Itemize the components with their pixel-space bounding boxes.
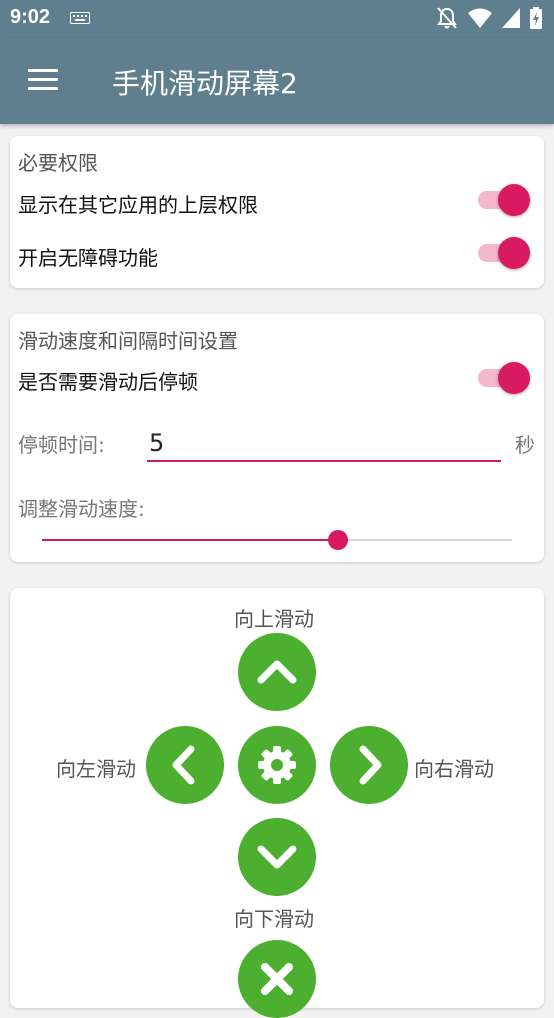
app-bar: 手机滑动屏幕2 bbox=[0, 38, 554, 124]
swipe-left-button[interactable] bbox=[146, 726, 224, 804]
close-icon bbox=[261, 963, 293, 995]
accessibility-switch[interactable] bbox=[478, 235, 530, 271]
permissions-title: 必要权限 bbox=[18, 151, 98, 175]
speed-slider-fill bbox=[42, 539, 339, 541]
pause-label: 是否需要滑动后停顿 bbox=[18, 370, 198, 394]
status-bar: 9:02 bbox=[0, 0, 554, 38]
chevron-left-icon bbox=[172, 745, 195, 785]
accessibility-label: 开启无障碍功能 bbox=[18, 246, 158, 270]
chevron-right-icon bbox=[359, 745, 382, 785]
battery-charging-icon bbox=[530, 7, 542, 29]
right-label: 向右滑动 bbox=[414, 757, 494, 781]
hamburger-menu-icon[interactable] bbox=[28, 69, 58, 91]
overlay-permission-label: 显示在其它应用的上层权限 bbox=[18, 193, 258, 217]
speed-settings-card: 滑动速度和间隔时间设置 是否需要滑动后停顿 停顿时间: 秒 调整滑动速度: bbox=[10, 314, 544, 562]
settings-button[interactable] bbox=[238, 726, 316, 804]
permissions-card: 必要权限 显示在其它应用的上层权限 开启无障碍功能 bbox=[10, 136, 544, 288]
chevron-up-icon bbox=[257, 660, 297, 684]
keyboard-icon bbox=[70, 12, 90, 24]
speed-slider[interactable] bbox=[42, 530, 512, 550]
overlay-permission-switch[interactable] bbox=[478, 182, 530, 218]
notifications-off-icon bbox=[437, 7, 457, 29]
status-time: 9:02 bbox=[10, 6, 51, 28]
pause-time-label: 停顿时间: bbox=[18, 433, 105, 457]
up-label: 向上滑动 bbox=[234, 607, 314, 631]
pause-switch[interactable] bbox=[478, 360, 530, 396]
left-label: 向左滑动 bbox=[56, 757, 136, 781]
chevron-down-icon bbox=[257, 845, 297, 869]
wifi-icon bbox=[468, 8, 492, 28]
swipe-down-button[interactable] bbox=[238, 818, 316, 896]
down-label: 向下滑动 bbox=[234, 907, 314, 931]
speed-label: 调整滑动速度: bbox=[18, 497, 145, 521]
swipe-right-button[interactable] bbox=[330, 726, 408, 804]
pause-time-unit: 秒 bbox=[515, 433, 535, 457]
speed-settings-title: 滑动速度和间隔时间设置 bbox=[18, 329, 238, 353]
speed-slider-thumb[interactable] bbox=[328, 530, 349, 550]
gear-icon bbox=[258, 746, 296, 784]
signal-icon bbox=[502, 8, 520, 28]
swipe-up-button[interactable] bbox=[238, 633, 316, 711]
stop-button[interactable] bbox=[238, 940, 316, 1018]
pause-time-input[interactable] bbox=[147, 426, 501, 462]
app-title: 手机滑动屏幕2 bbox=[112, 67, 298, 100]
controls-card: 向上滑动 向左滑动 向右滑动 向下滑动 bbox=[10, 588, 544, 1018]
